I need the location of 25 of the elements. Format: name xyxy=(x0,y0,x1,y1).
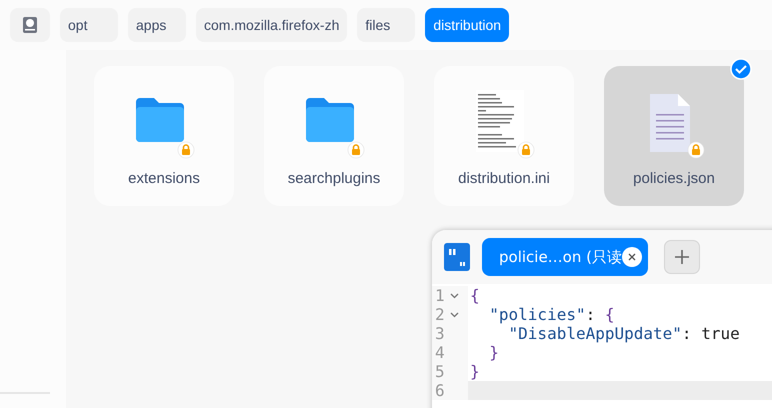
code-line: { xyxy=(469,286,481,305)
breadcrumb[interactable]: opt xyxy=(60,8,118,42)
breadcrumb[interactable]: files xyxy=(357,8,416,42)
code-line: } xyxy=(469,362,481,381)
code-line: } xyxy=(488,343,500,362)
line-number: 3 xyxy=(435,324,445,343)
file-item[interactable]: extensions xyxy=(94,66,234,206)
code-line: "DisableAppUpdate": true xyxy=(508,324,741,343)
line-number: 4 xyxy=(435,343,445,362)
file-name: extensions xyxy=(128,170,200,187)
file-item[interactable]: policies.json xyxy=(604,66,744,206)
breadcrumb[interactable]: apps xyxy=(128,8,186,42)
file-name: distribution.ini xyxy=(458,170,550,187)
code-line: "policies": { xyxy=(488,305,616,324)
file-name: searchplugins xyxy=(288,170,380,187)
line-number: 5 xyxy=(435,362,445,381)
breadcrumb[interactable]: com.mozilla.firefox-zh xyxy=(196,8,348,42)
file-item[interactable]: distribution.ini xyxy=(434,66,574,206)
file-item[interactable]: searchplugins xyxy=(264,66,404,206)
line-number: 1 xyxy=(435,286,445,305)
line-number: 2 xyxy=(435,305,445,324)
editor-tab[interactable]: policie…on (只读 xyxy=(482,238,648,276)
file-name: policies.json xyxy=(633,170,715,187)
breadcrumb[interactable]: distribution xyxy=(425,8,510,42)
line-number: 6 xyxy=(435,381,445,400)
